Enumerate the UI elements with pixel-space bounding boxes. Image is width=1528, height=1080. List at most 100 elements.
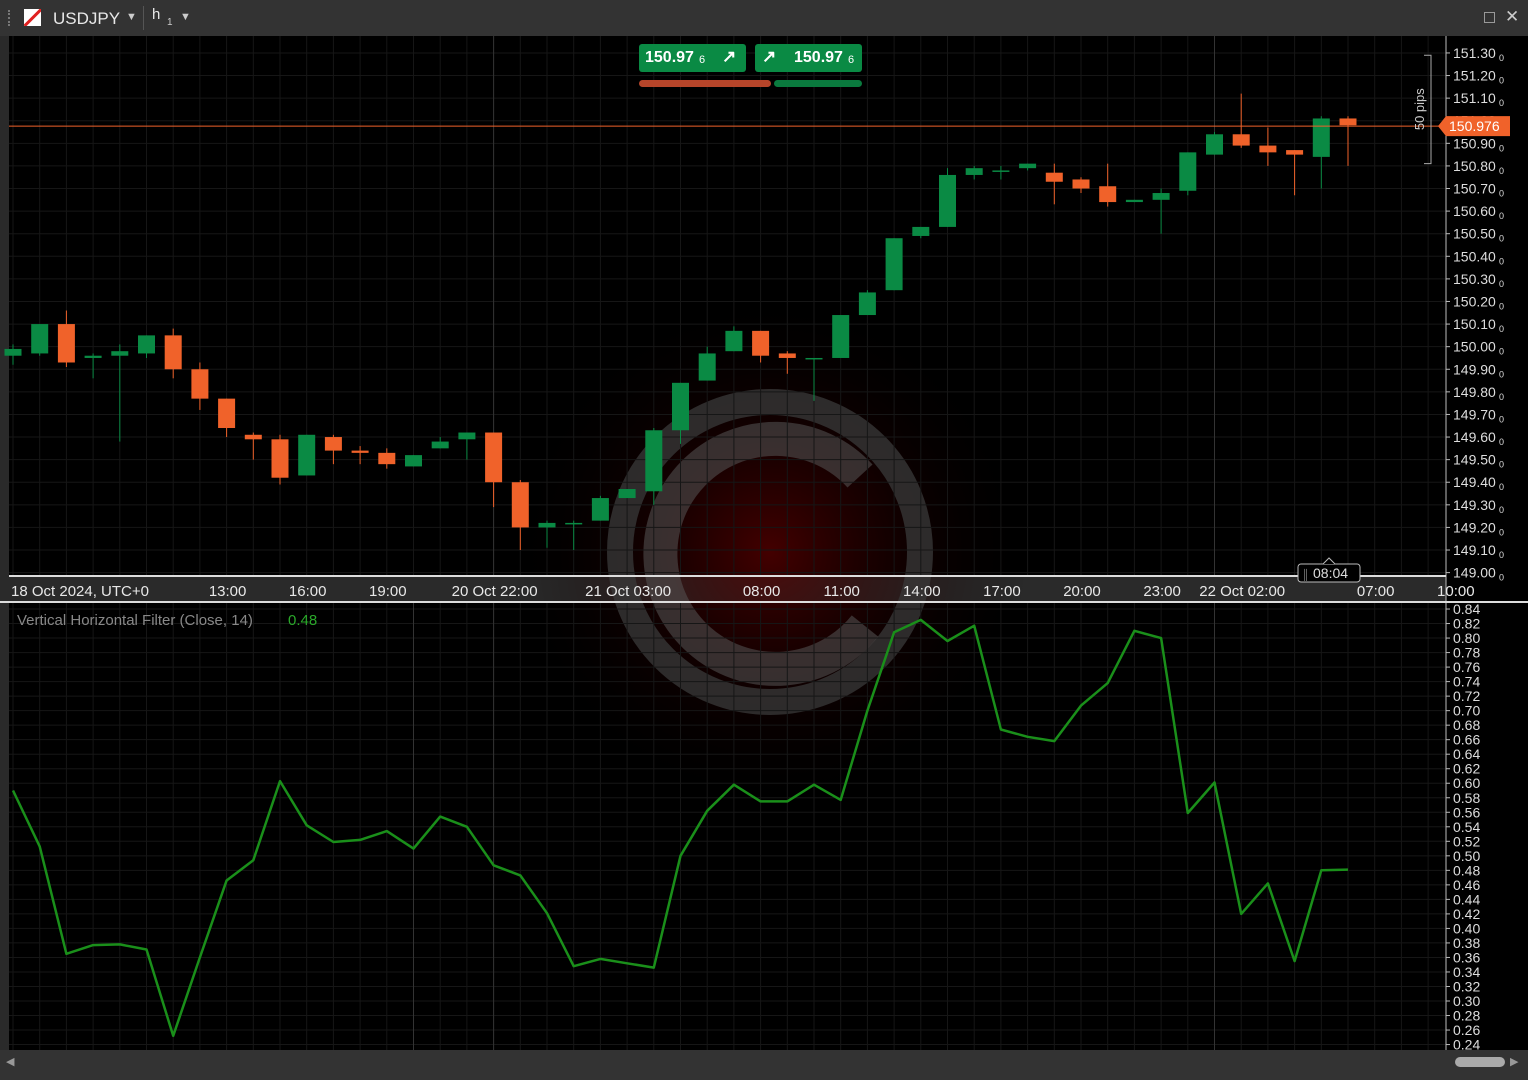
y-tick-suffix: 0: [1499, 279, 1504, 289]
candle-body: [111, 351, 129, 356]
buy-sentiment-bar: [774, 80, 862, 87]
indicator-title: Vertical Horizontal Filter (Close, 14): [17, 612, 253, 629]
indicator-value: 0.48: [288, 612, 317, 629]
y-tick-label: 149.40: [1453, 474, 1496, 490]
y-tick-suffix: 0: [1499, 301, 1504, 311]
candle-body: [485, 432, 503, 483]
x-tick-label: 17:00: [983, 583, 1021, 600]
candle-body: [1099, 186, 1117, 203]
drag-grip-icon: ║: [1302, 568, 1309, 582]
y-tick-suffix: 0: [1499, 76, 1504, 86]
candle-body: [885, 238, 903, 291]
y-tick-suffix: 0: [1499, 460, 1504, 470]
candle-body: [992, 170, 1010, 172]
y-tick-label: 150.40: [1453, 248, 1496, 264]
y-tick-suffix: 0: [1499, 211, 1504, 221]
candle-body: [725, 330, 743, 352]
y-tick-suffix: 0: [1499, 437, 1504, 447]
scroll-right-icon[interactable]: ▶: [1510, 1055, 1518, 1068]
popout-icon[interactable]: [1484, 12, 1495, 23]
logo-watermark: [510, 292, 1030, 812]
timeframe-selector[interactable]: h: [152, 6, 160, 23]
candle-body: [298, 434, 316, 476]
y-tick-label: 151.20: [1453, 68, 1496, 84]
x-tick-label: 16:00: [289, 583, 327, 600]
y-tick-label: 150.80: [1453, 158, 1496, 174]
y-tick-label: 149.00: [1453, 565, 1496, 581]
y-tick-label: 149.80: [1453, 384, 1496, 400]
candle: [939, 168, 956, 227]
y-tick-label: 149.20: [1453, 519, 1496, 535]
candle-body: [565, 522, 583, 525]
sell-button[interactable]: 150.97 6 ↗: [639, 44, 746, 72]
arrow-up-right-icon: ↗: [722, 47, 737, 66]
candle-body: [1339, 118, 1357, 126]
y-tick-suffix: 0: [1499, 53, 1504, 63]
y-tick-suffix: 0: [1499, 482, 1504, 492]
y-tick-suffix: 0: [1499, 324, 1504, 334]
candle: [858, 290, 876, 316]
candle-body: [378, 452, 396, 465]
candle-body: [939, 174, 956, 227]
arrow-up-right-icon: ↗: [762, 47, 777, 66]
y-tick-label: 149.50: [1453, 452, 1496, 468]
x-tick-label: 14:00: [903, 583, 941, 600]
candle-body: [591, 498, 609, 521]
candle-body: [431, 441, 449, 449]
sell-pipette: 6: [699, 54, 706, 66]
candle-body: [1125, 199, 1143, 203]
candle-body: [458, 432, 476, 440]
buy-price: 150.97: [794, 49, 843, 66]
y-tick-label: 149.30: [1453, 497, 1496, 513]
candle: [298, 434, 316, 476]
chevron-down-icon[interactable]: ▼: [126, 11, 137, 23]
horizontal-scrollbar[interactable]: ◀ ▶: [0, 1050, 1528, 1080]
chart-area[interactable]: 151.300151.200151.100151.000150.900150.8…: [0, 36, 1528, 1050]
currency-flag-icon: [24, 9, 41, 26]
x-tick-label: 22 Oct 02:00: [1199, 583, 1285, 600]
candle-body: [778, 353, 796, 358]
x-tick-label: 18 Oct 2024, UTC+0: [11, 583, 149, 600]
scroll-left-icon[interactable]: ◀: [6, 1055, 14, 1068]
candle-body: [31, 324, 49, 354]
chevron-down-icon[interactable]: ▼: [180, 11, 191, 23]
y-tick-label: 0.24: [1453, 1037, 1480, 1050]
y-tick-label: 151.10: [1453, 90, 1496, 106]
y-tick-label: 150.10: [1453, 316, 1496, 332]
y-tick-suffix: 0: [1499, 505, 1504, 515]
x-tick-label: 13:00: [209, 583, 247, 600]
scroll-thumb[interactable]: [1455, 1057, 1505, 1067]
y-tick-suffix: 0: [1499, 143, 1504, 153]
candle-body: [218, 398, 236, 429]
candle-body: [138, 335, 155, 354]
symbol-selector[interactable]: USDJPY: [53, 9, 120, 29]
y-tick-suffix: 0: [1499, 550, 1504, 560]
y-tick-label: 149.70: [1453, 406, 1496, 422]
candle-body: [912, 226, 930, 236]
toolbar: USDJPY ▼ h 1 ▼ ✕: [0, 0, 1528, 36]
x-tick-label: 07:00: [1357, 583, 1395, 600]
candle: [832, 315, 850, 358]
close-icon[interactable]: ✕: [1505, 8, 1519, 25]
x-tick-label: 20:00: [1063, 583, 1101, 600]
candle-body: [858, 292, 876, 316]
y-tick-suffix: 0: [1499, 527, 1504, 537]
current-price-text: 150.976: [1449, 118, 1500, 134]
candle-body: [271, 439, 289, 478]
y-tick-label: 150.30: [1453, 271, 1496, 287]
y-tick-suffix: 0: [1499, 347, 1504, 357]
y-tick-label: 150.70: [1453, 181, 1496, 197]
x-tick-label: 08:00: [743, 583, 781, 600]
candle-body: [511, 482, 529, 528]
drag-handle[interactable]: [8, 10, 14, 26]
candle-body: [1312, 118, 1330, 157]
sell-price: 150.97: [645, 49, 694, 66]
y-tick-suffix: 0: [1499, 256, 1504, 266]
buy-button[interactable]: ↗ 150.97 6: [755, 44, 862, 72]
y-tick-label: 149.60: [1453, 429, 1496, 445]
candle-body: [1232, 134, 1250, 146]
candle-body: [191, 369, 209, 399]
y-tick-label: 149.10: [1453, 542, 1496, 558]
candle-body: [164, 335, 182, 370]
candle-body: [244, 434, 262, 440]
